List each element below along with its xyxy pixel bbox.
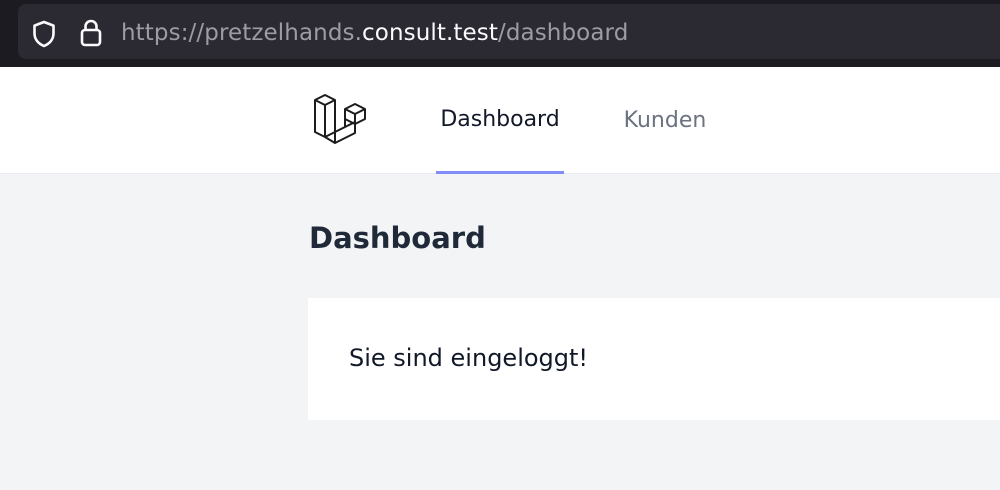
content-card: Sie sind eingeloggt! [308,298,1000,420]
page-title: Dashboard [309,221,486,255]
url-scheme: https://pretzelhands. [121,20,363,46]
shield-icon[interactable] [31,20,57,48]
nav-link-kunden[interactable]: Kunden [605,67,725,174]
url-text[interactable]: https://pretzelhands.consult.test/dashbo… [121,16,628,50]
lock-icon[interactable] [78,18,104,48]
browser-toolbar: https://pretzelhands.consult.test/dashbo… [0,0,1000,67]
app-navigation: Dashboard Kunden [0,67,1000,174]
nav-link-dashboard[interactable]: Dashboard [436,67,564,174]
login-status-message: Sie sind eingeloggt! [349,344,589,372]
laravel-logo-icon[interactable] [309,93,371,149]
url-host: consult.test [362,20,498,46]
url-path: /dashboard [497,20,629,46]
